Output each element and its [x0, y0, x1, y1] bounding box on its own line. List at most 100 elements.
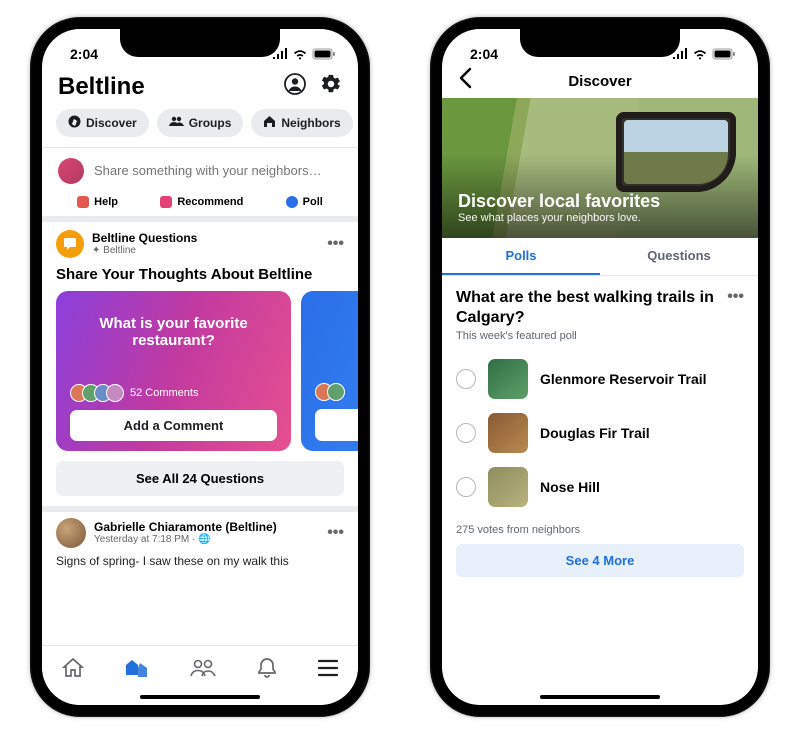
hero-mirror-graphic: [616, 112, 736, 192]
poll-question: What are the best walking trails in Calg…: [456, 288, 719, 328]
tab-home[interactable]: [61, 656, 85, 685]
option-label: Nose Hill: [540, 479, 600, 495]
chip-label: Neighbors: [281, 116, 340, 130]
chip-neighbors[interactable]: Neighbors: [251, 109, 352, 137]
notch: [120, 29, 280, 57]
phone-left-frame: 2:04 Beltline Discover Groups: [30, 17, 370, 717]
header: Beltline: [42, 69, 358, 109]
tab-neighborhood[interactable]: [124, 656, 150, 685]
question-card[interactable]: Whe: [301, 291, 358, 451]
category-chips: Discover Groups Neighbors: [42, 109, 358, 147]
option-label: Glenmore Reservoir Trail: [540, 371, 707, 387]
questions-name: Beltline Questions: [92, 231, 197, 245]
facepile: [70, 384, 124, 402]
radio-icon[interactable]: [456, 423, 476, 443]
gear-icon[interactable]: [320, 73, 342, 100]
feed-post[interactable]: Gabrielle Chiaramonte (Beltline) Yesterd…: [42, 512, 358, 568]
back-button[interactable]: [458, 67, 472, 95]
battery-icon: [712, 48, 736, 60]
action-help[interactable]: Help: [77, 196, 118, 208]
action-recommend[interactable]: Recommend: [160, 196, 243, 208]
see-all-button[interactable]: See All 24 Questions: [56, 461, 344, 496]
phone-right-screen: 2:04 Discover Discover local favorites S…: [442, 29, 758, 705]
divider: [42, 147, 358, 148]
poll-option[interactable]: Glenmore Reservoir Trail: [442, 352, 758, 406]
radio-icon[interactable]: [456, 477, 476, 497]
post-text: Signs of spring- I saw these on my walk …: [56, 548, 344, 568]
section-title: Share Your Thoughts About Beltline: [42, 262, 358, 291]
hero-title: Discover local favorites: [458, 191, 742, 212]
status-time: 2:04: [470, 46, 498, 62]
question-cards[interactable]: What is your favorite restaurant? 52 Com…: [42, 291, 358, 451]
page-title: Discover: [568, 73, 631, 90]
card-question: Whe: [315, 315, 358, 332]
card-meta: [315, 383, 358, 401]
option-thumbnail: [488, 359, 528, 399]
chip-label: Discover: [86, 116, 137, 130]
comments-count: 52 Comments: [130, 387, 198, 399]
avatar[interactable]: [58, 158, 84, 184]
add-comment-button[interactable]: [315, 409, 358, 441]
tab-notifications[interactable]: [256, 656, 278, 685]
card-question: What is your favorite restaurant?: [70, 315, 277, 349]
battery-icon: [312, 48, 336, 60]
chip-groups[interactable]: Groups: [157, 109, 244, 137]
see-more-button[interactable]: See 4 More: [456, 544, 744, 577]
poll-subtitle: This week's featured poll: [442, 330, 758, 352]
tab-groups[interactable]: [189, 658, 217, 683]
composer[interactable]: [42, 154, 358, 192]
facepile: [315, 383, 345, 401]
add-comment-button[interactable]: Add a Comment: [70, 410, 277, 441]
notch: [520, 29, 680, 57]
composer-input[interactable]: [94, 163, 342, 178]
option-label: Douglas Fir Trail: [540, 425, 650, 441]
tab-polls[interactable]: Polls: [442, 238, 600, 275]
post-author[interactable]: Gabrielle Chiaramonte (Beltline): [94, 520, 319, 534]
compass-icon: [68, 115, 81, 131]
header: Discover: [442, 69, 758, 98]
card-meta: 52 Comments: [70, 384, 277, 402]
vote-count: 275 votes from neighbors: [442, 514, 758, 544]
poll-icon: [286, 196, 298, 208]
home-indicator[interactable]: [540, 695, 660, 699]
tab-menu[interactable]: [317, 659, 339, 682]
groups-icon: [169, 116, 184, 130]
help-icon: [77, 196, 89, 208]
radio-icon[interactable]: [456, 369, 476, 389]
questions-header: Beltline Questions ✦ Beltline •••: [42, 222, 358, 262]
composer-actions: Help Recommend Poll: [42, 192, 358, 216]
phone-left-screen: 2:04 Beltline Discover Groups: [42, 29, 358, 705]
phone-right-frame: 2:04 Discover Discover local favorites S…: [430, 17, 770, 717]
questions-icon: [56, 230, 84, 258]
chip-discover[interactable]: Discover: [56, 109, 149, 137]
action-label: Poll: [303, 196, 323, 208]
more-icon[interactable]: •••: [327, 235, 344, 253]
home-indicator[interactable]: [140, 695, 260, 699]
discover-tabs: Polls Questions: [442, 238, 758, 276]
hero-banner: Discover local favorites See what places…: [442, 98, 758, 238]
action-label: Help: [94, 196, 118, 208]
action-poll[interactable]: Poll: [286, 196, 323, 208]
option-thumbnail: [488, 413, 528, 453]
option-thumbnail: [488, 467, 528, 507]
more-icon[interactable]: •••: [327, 524, 344, 542]
profile-icon[interactable]: [284, 73, 306, 100]
chip-label: Groups: [189, 116, 232, 130]
tab-questions[interactable]: Questions: [600, 238, 758, 275]
question-card[interactable]: What is your favorite restaurant? 52 Com…: [56, 291, 291, 451]
wifi-icon: [292, 48, 308, 60]
action-label: Recommend: [177, 196, 243, 208]
recommend-icon: [160, 196, 172, 208]
more-icon[interactable]: •••: [719, 288, 744, 306]
questions-location: ✦ Beltline: [92, 245, 197, 256]
post-timestamp: Yesterday at 7:18 PM · 🌐: [94, 534, 319, 545]
page-title: Beltline: [58, 73, 145, 101]
avatar[interactable]: [56, 518, 86, 548]
status-time: 2:04: [70, 46, 98, 62]
hero-subtitle: See what places your neighbors love.: [458, 212, 742, 224]
neighbors-icon: [263, 115, 276, 131]
wifi-icon: [692, 48, 708, 60]
poll-option[interactable]: Douglas Fir Trail: [442, 406, 758, 460]
poll-title-row: What are the best walking trails in Calg…: [442, 276, 758, 330]
poll-option[interactable]: Nose Hill: [442, 460, 758, 514]
